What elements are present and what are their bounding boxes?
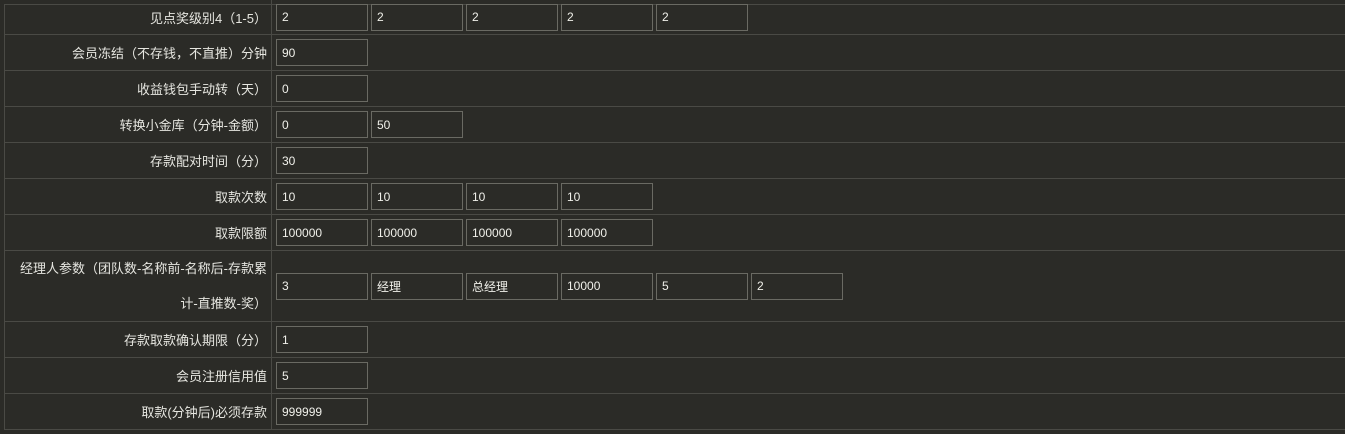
setting-input[interactable] bbox=[466, 219, 558, 246]
setting-label: 见点奖级别4（1-5） bbox=[5, 0, 272, 34]
setting-input[interactable] bbox=[656, 3, 748, 31]
setting-label: 存款配对时间（分） bbox=[5, 143, 272, 178]
setting-input[interactable] bbox=[561, 183, 653, 210]
setting-row-member-freeze: 会员冻结（不存钱，不直推）分钟 bbox=[5, 35, 1345, 71]
setting-input[interactable] bbox=[371, 183, 463, 210]
setting-row-confirm-deadline: 存款取款确认期限（分） bbox=[5, 322, 1345, 358]
setting-input[interactable] bbox=[371, 272, 463, 300]
setting-input[interactable] bbox=[466, 183, 558, 210]
setting-row-vault-convert: 转换小金库（分钟-金额） bbox=[5, 107, 1345, 143]
setting-label: 取款次数 bbox=[5, 179, 272, 214]
setting-input[interactable] bbox=[466, 272, 558, 300]
setting-row-register-credit: 会员注册信用值 bbox=[5, 358, 1345, 394]
setting-input[interactable] bbox=[371, 111, 463, 138]
setting-row-withdraw-limit: 取款限额 bbox=[5, 215, 1345, 251]
setting-input[interactable] bbox=[276, 111, 368, 138]
setting-inputs bbox=[272, 143, 1345, 178]
setting-row-withdraw-must-deposit: 取款(分钟后)必须存款 bbox=[5, 394, 1345, 430]
setting-input[interactable] bbox=[276, 326, 368, 353]
setting-inputs bbox=[272, 35, 1345, 70]
setting-input[interactable] bbox=[276, 183, 368, 210]
setting-inputs bbox=[272, 394, 1345, 429]
setting-inputs bbox=[272, 358, 1345, 393]
setting-input[interactable] bbox=[276, 362, 368, 389]
setting-input[interactable] bbox=[561, 272, 653, 300]
setting-input[interactable] bbox=[751, 272, 843, 300]
setting-label: 存款取款确认期限（分） bbox=[5, 322, 272, 357]
setting-input[interactable] bbox=[276, 398, 368, 425]
setting-row-deposit-match-time: 存款配对时间（分） bbox=[5, 143, 1345, 179]
setting-input[interactable] bbox=[276, 272, 368, 300]
setting-input[interactable] bbox=[276, 75, 368, 102]
setting-inputs bbox=[272, 251, 1345, 321]
setting-inputs bbox=[272, 107, 1345, 142]
setting-input[interactable] bbox=[276, 39, 368, 66]
setting-inputs bbox=[272, 71, 1345, 106]
setting-input[interactable] bbox=[656, 272, 748, 300]
setting-label: 会员冻结（不存钱，不直推）分钟 bbox=[5, 35, 272, 70]
setting-input[interactable] bbox=[276, 147, 368, 174]
setting-input[interactable] bbox=[276, 219, 368, 246]
setting-row-manager-params: 经理人参数（团队数-名称前-名称后-存款累计-直推数-奖） bbox=[5, 251, 1345, 322]
setting-input[interactable] bbox=[371, 3, 463, 31]
setting-label: 经理人参数（团队数-名称前-名称后-存款累计-直推数-奖） bbox=[5, 251, 272, 321]
setting-row-withdraw-count: 取款次数 bbox=[5, 179, 1345, 215]
setting-input[interactable] bbox=[371, 219, 463, 246]
setting-label: 取款限额 bbox=[5, 215, 272, 250]
setting-label: 收益钱包手动转（天） bbox=[5, 71, 272, 106]
setting-label: 会员注册信用值 bbox=[5, 358, 272, 393]
settings-form: 见点奖级别4（1-5） 会员冻结（不存钱，不直推）分钟 收益钱包手动转（天） 转… bbox=[4, 0, 1345, 430]
setting-inputs bbox=[272, 215, 1345, 250]
setting-input[interactable] bbox=[466, 3, 558, 31]
setting-inputs bbox=[272, 322, 1345, 357]
setting-input[interactable] bbox=[561, 3, 653, 31]
setting-row-wallet-transfer: 收益钱包手动转（天） bbox=[5, 71, 1345, 107]
setting-input[interactable] bbox=[561, 219, 653, 246]
setting-inputs bbox=[272, 0, 1345, 34]
setting-input[interactable] bbox=[276, 3, 368, 31]
setting-inputs bbox=[272, 179, 1345, 214]
setting-row-jiandian-level: 见点奖级别4（1-5） bbox=[5, 0, 1345, 35]
setting-label: 转换小金库（分钟-金额） bbox=[5, 107, 272, 142]
setting-label: 取款(分钟后)必须存款 bbox=[5, 394, 272, 429]
